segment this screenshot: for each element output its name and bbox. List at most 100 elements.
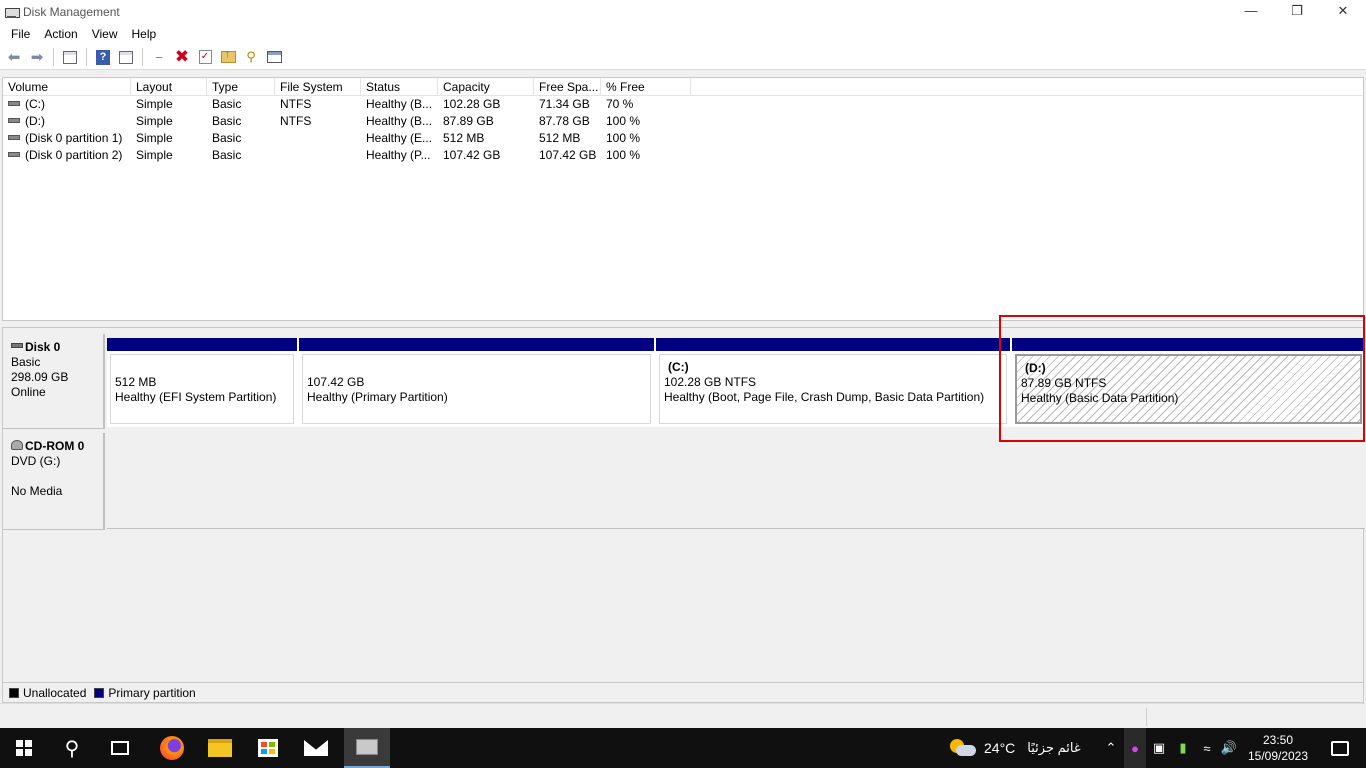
search-icon: ⚲ <box>64 737 80 760</box>
table-row[interactable]: (D:) Simple Basic NTFS Healthy (B... 87.… <box>3 113 1363 130</box>
menu-help[interactable]: Help <box>125 24 164 44</box>
window-button[interactable] <box>263 47 285 67</box>
up-folder-icon: ↑ <box>220 48 236 63</box>
volume-name: (Disk 0 partition 1) <box>25 131 123 145</box>
network-button[interactable]: ≈ <box>1196 728 1218 768</box>
partition-efi[interactable]: 512 MB Healthy (EFI System Partition) <box>107 338 297 427</box>
drive-icon <box>8 135 20 141</box>
forward-button[interactable]: ➡ <box>26 47 48 67</box>
primary-partition-bar <box>656 338 1010 351</box>
search-button[interactable]: ⚲ <box>48 728 96 768</box>
notifications-button[interactable] <box>1316 728 1364 768</box>
volume-cell: (C:) <box>3 96 131 113</box>
column-header-percent-free[interactable]: % Free <box>601 78 691 95</box>
disk-management-taskbar-button[interactable] <box>344 728 390 768</box>
clock-button[interactable]: 23:50 15/09/2023 <box>1240 728 1316 768</box>
status-cell: Healthy (P... <box>366 148 431 162</box>
partition-status: Healthy (EFI System Partition) <box>115 390 277 404</box>
highlight-box <box>999 315 1365 442</box>
hard-disk-icon <box>11 343 23 349</box>
column-header-type[interactable]: Type <box>207 78 275 95</box>
start-button[interactable] <box>0 728 48 768</box>
partition-efi-body: 512 MB Healthy (EFI System Partition) <box>110 354 294 424</box>
layout-cell: Simple <box>136 114 173 128</box>
status-cell: Healthy (E... <box>366 131 433 145</box>
volume-list[interactable]: Volume Layout Type File System Status Ca… <box>2 77 1364 321</box>
close-button[interactable]: ✕ <box>1320 0 1366 23</box>
status-cell: Healthy (B... <box>366 97 433 111</box>
drive-icon <box>8 118 20 124</box>
partition-size: 102.28 GB NTFS <box>664 375 757 389</box>
disk-0-label[interactable]: Disk 0 Basic 298.09 GB Online <box>3 334 105 429</box>
tray-app-button[interactable]: ● <box>1124 728 1146 768</box>
delete-button[interactable]: ✖ <box>171 47 193 67</box>
capacity-cell: 87.89 GB <box>443 114 494 128</box>
cdrom-0-name: CD-ROM 0 <box>25 439 85 453</box>
cdrom-0-label[interactable]: CD-ROM 0 DVD (G:) No Media <box>3 433 105 530</box>
disk-management-app-icon <box>4 5 20 19</box>
up-folder-button[interactable]: ↑ <box>217 47 239 67</box>
column-header-layout[interactable]: Layout <box>131 78 207 95</box>
mail-taskbar-button[interactable] <box>292 728 340 768</box>
minimize-button[interactable]: — <box>1228 0 1274 23</box>
notification-icon <box>1331 740 1349 756</box>
menu-file[interactable]: File <box>4 24 37 44</box>
table-row[interactable]: (C:) Simple Basic NTFS Healthy (B... 102… <box>3 96 1363 113</box>
primary-swatch <box>94 687 105 698</box>
column-header-volume[interactable]: Volume <box>3 78 131 95</box>
percent-free-cell: 100 % <box>606 131 641 145</box>
free-space-cell: 71.34 GB <box>539 97 590 111</box>
back-button[interactable]: ⬅ <box>3 47 25 67</box>
restore-button[interactable]: ❐ <box>1274 0 1320 23</box>
volume-name: (D:) <box>25 114 45 128</box>
partly-cloudy-icon <box>950 739 976 757</box>
percent-free-cell: 70 % <box>606 97 634 111</box>
show-hide-button[interactable] <box>115 47 137 67</box>
title-bar: Disk Management — ❐ ✕ <box>0 0 1366 23</box>
partition-c[interactable]: (C:) 102.28 GB NTFS Healthy (Boot, Page … <box>656 338 1010 427</box>
battery-icon: ▮ <box>1179 740 1187 755</box>
column-header-status[interactable]: Status <box>361 78 438 95</box>
weather-widget[interactable]: 24°C غائم جزئيًا <box>950 728 1085 768</box>
table-row[interactable]: (Disk 0 partition 1) Simple Basic Health… <box>3 130 1363 147</box>
app-tray-icon: ● <box>1131 740 1139 756</box>
volume-name: (C:) <box>25 97 45 111</box>
menu-action[interactable]: Action <box>37 24 84 44</box>
legend-primary: Primary partition <box>108 685 196 700</box>
column-header-file-system[interactable]: File System <box>275 78 361 95</box>
firefox-taskbar-button[interactable] <box>148 728 196 768</box>
properties-button[interactable] <box>59 47 81 67</box>
partition-status: Healthy (Boot, Page File, Crash Dump, Ba… <box>664 390 985 404</box>
partition-c-body: (C:) 102.28 GB NTFS Healthy (Boot, Page … <box>659 354 1007 424</box>
disk-0-type: Basic <box>11 355 41 369</box>
file-system-cell <box>275 130 361 147</box>
connect-disk-button[interactable]: ⎯ <box>148 47 170 67</box>
chevron-up-icon: ⌃ <box>1105 740 1117 755</box>
show-hidden-icons-button[interactable]: ⌃ <box>1100 728 1122 768</box>
task-view-button[interactable] <box>96 728 144 768</box>
partition-primary[interactable]: 107.42 GB Healthy (Primary Partition) <box>299 338 654 427</box>
toolbar-separator <box>142 48 143 66</box>
tray-device-button[interactable]: ▣ <box>1148 728 1170 768</box>
battery-button[interactable]: ▮ <box>1172 728 1194 768</box>
partition-title: (C:) <box>668 360 689 374</box>
volume-cell: (D:) <box>3 113 131 130</box>
check-button[interactable]: ✓ <box>194 47 216 67</box>
file-explorer-taskbar-button[interactable] <box>196 728 244 768</box>
cdrom-0-area[interactable] <box>107 433 1365 529</box>
column-header-free-space[interactable]: Free Spa... <box>534 78 601 95</box>
toolbar-separator <box>53 48 54 66</box>
free-space-cell: 87.78 GB <box>539 114 590 128</box>
menu-view[interactable]: View <box>85 24 125 44</box>
disk-0-name: Disk 0 <box>25 340 61 354</box>
folder-icon <box>208 739 232 757</box>
column-header-capacity[interactable]: Capacity <box>438 78 534 95</box>
volume-button[interactable]: 🔊 <box>1218 728 1240 768</box>
legend-unallocated: Unallocated <box>23 685 87 700</box>
percent-free-cell: 100 % <box>606 148 641 162</box>
table-row[interactable]: (Disk 0 partition 2) Simple Basic Health… <box>3 147 1363 164</box>
help-button[interactable]: ? <box>92 47 114 67</box>
search-key-button[interactable]: ⚲ <box>240 47 262 67</box>
cdrom-0-media: No Media <box>11 484 63 498</box>
store-taskbar-button[interactable] <box>244 728 292 768</box>
